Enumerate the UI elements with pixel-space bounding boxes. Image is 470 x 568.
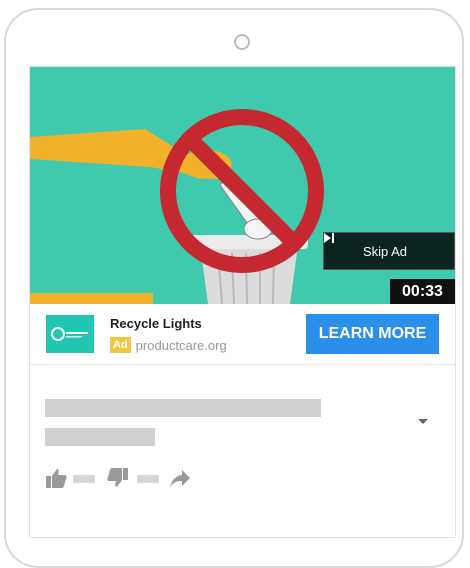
video-title-placeholder <box>45 399 321 417</box>
video-actions <box>45 467 245 491</box>
video-bottom-accent <box>30 293 153 304</box>
thumbs-up-icon[interactable] <box>45 467 67 494</box>
ad-video-player[interactable]: Skip Ad 00:33 <box>30 67 455 304</box>
learn-more-button[interactable]: LEARN MORE <box>306 314 439 354</box>
ad-badge: Ad <box>110 337 131 353</box>
ad-info-bar: Recycle Lights Ad productcare.org LEARN … <box>30 304 455 365</box>
camera-icon <box>234 34 250 50</box>
ad-domain[interactable]: productcare.org <box>136 338 227 353</box>
like-count-placeholder <box>73 475 95 483</box>
ad-timer: 00:33 <box>390 279 455 304</box>
skip-ad-label: Skip Ad <box>362 243 408 259</box>
video-subtitle-placeholder <box>45 428 155 446</box>
thumbs-down-icon[interactable] <box>107 467 129 494</box>
chevron-down-icon[interactable] <box>418 419 428 424</box>
advertiser-logo[interactable] <box>46 315 94 353</box>
dislike-count-placeholder <box>137 475 159 483</box>
ad-meta: Ad productcare.org <box>110 337 227 353</box>
share-arrow-icon[interactable] <box>169 469 191 494</box>
skip-ad-button[interactable]: Skip Ad <box>323 232 455 270</box>
phone-screen: Skip Ad 00:33 Recycle Lights Ad productc… <box>29 66 456 538</box>
ad-title[interactable]: Recycle Lights <box>110 316 202 331</box>
advertiser-logo-icon <box>51 327 88 341</box>
